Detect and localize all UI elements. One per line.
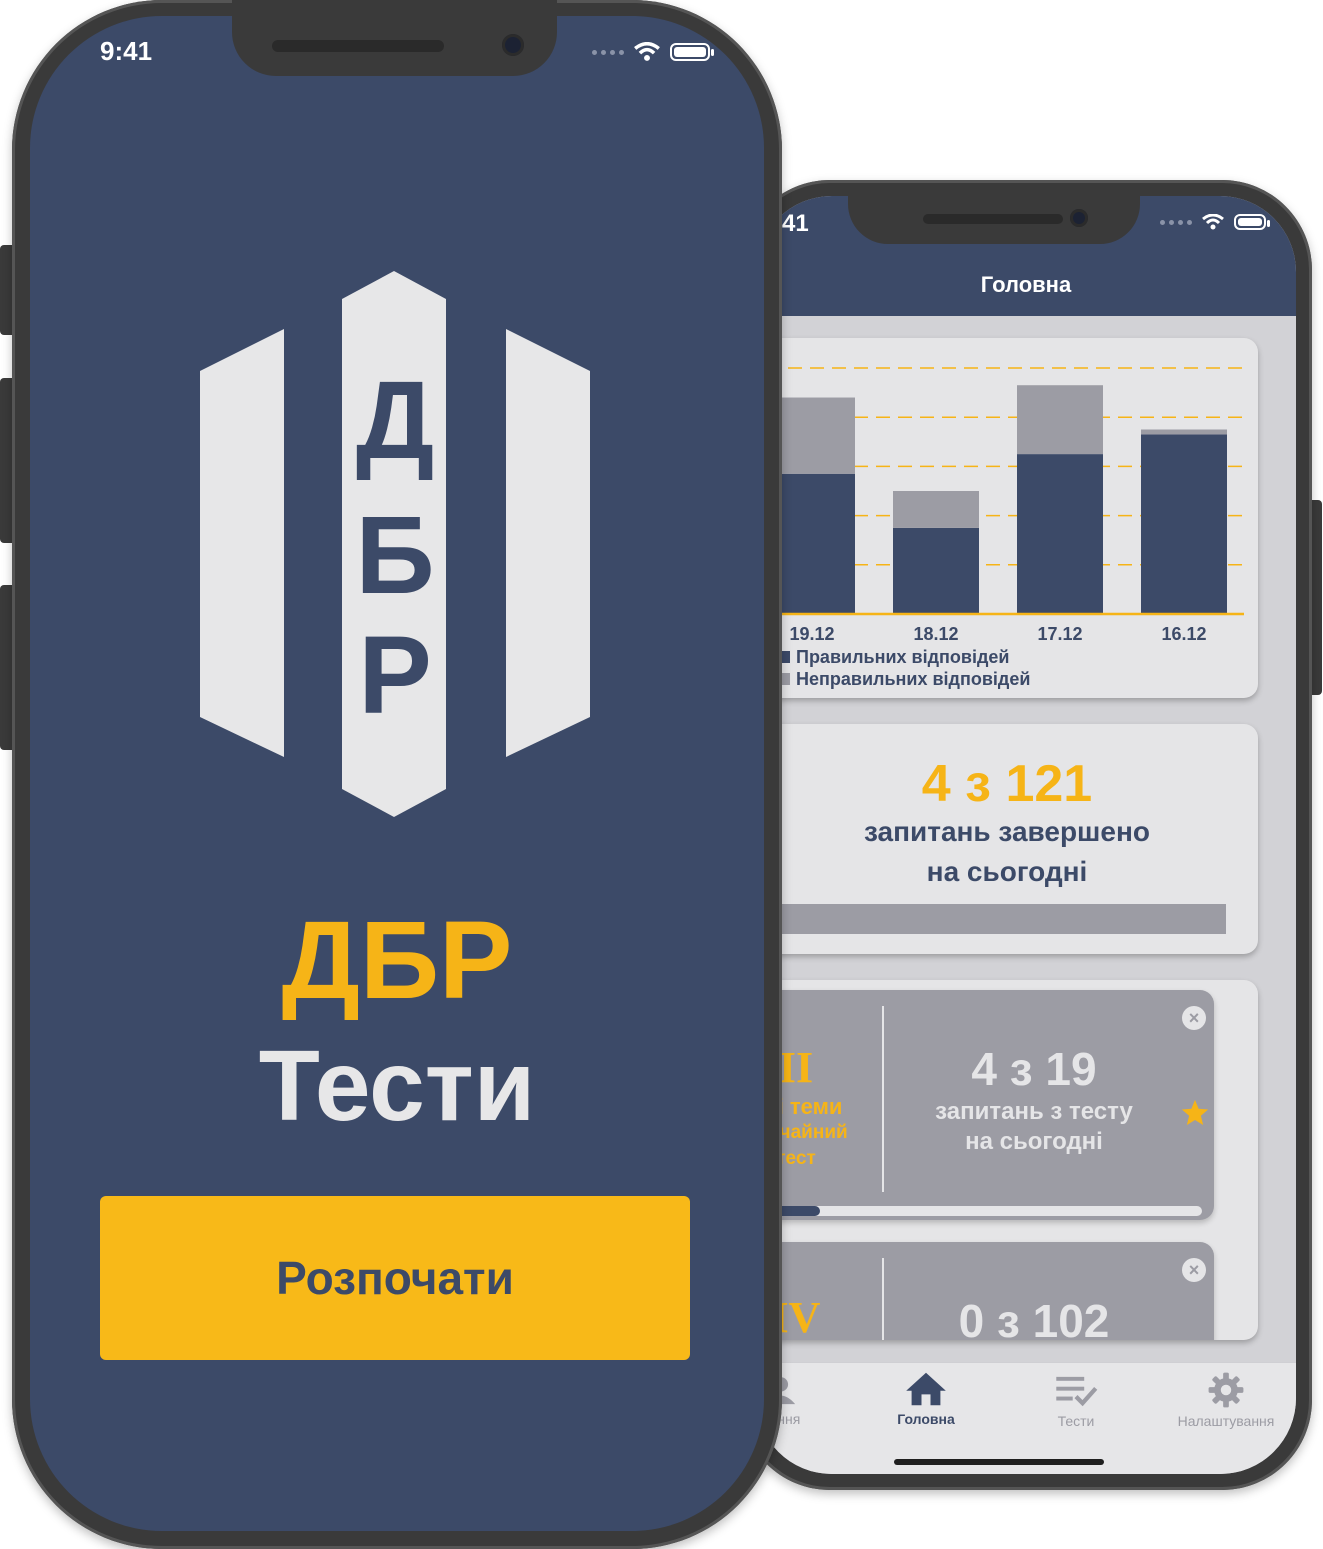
legend-item-incorrect: Неправильних відповідей — [778, 668, 1030, 690]
daily-count: 4 з 121 — [921, 755, 1093, 813]
front-status-icons — [592, 42, 714, 62]
wifi-icon — [1202, 214, 1224, 230]
front-notch — [232, 0, 557, 76]
x-tick-label: 18.12 — [913, 624, 958, 644]
test-card-1[interactable]: II Всі теми Звичайний тест × 4 з 19 запи… — [756, 990, 1214, 1220]
test-1-close-icon[interactable]: × — [1182, 1006, 1206, 1030]
tests-list-card: II Всі теми Звичайний тест × 4 з 19 запи… — [756, 980, 1258, 1340]
test-card-2[interactable]: IV × 0 з 102 — [756, 1242, 1214, 1340]
tab-tests[interactable]: Тести — [1026, 1373, 1126, 1429]
tab-bar: нення Головна Тести Налаштування — [756, 1362, 1296, 1474]
x-tick-label: 19.12 — [789, 624, 834, 644]
logo-letter-3: Р — [358, 614, 432, 737]
test-1-progress-track — [756, 1206, 1202, 1216]
back-notch — [848, 196, 1140, 244]
logo: Д Б Р — [200, 271, 590, 817]
tab-settings[interactable]: Налаштування — [1166, 1371, 1286, 1429]
daily-line2: на сьогодні — [926, 856, 1088, 887]
stats-chart-card: 19.12 18.12 17.12 16.12 Правильних відповід… — [756, 338, 1258, 698]
bar-correct-18.12 — [893, 527, 979, 614]
bar-incorrect-17.12 — [1017, 385, 1103, 455]
legend-item-correct: Правильних відповідей — [778, 646, 1030, 668]
front-speaker — [272, 40, 444, 52]
bar-incorrect-18.12 — [893, 491, 979, 528]
battery-icon — [670, 43, 714, 61]
bar-incorrect-16.12 — [1141, 429, 1227, 435]
legend-label-incorrect: Неправильних відповідей — [796, 668, 1031, 689]
back-status-icons — [1160, 214, 1270, 230]
battery-icon — [1234, 214, 1270, 230]
back-phone: :41 Головна 19.12 18.12 17.12 16.12 Правиль… — [740, 180, 1312, 1490]
back-phone-screen: :41 Головна 19.12 18.12 17.12 16.12 Правиль… — [756, 196, 1296, 1474]
checklist-icon — [1056, 1376, 1098, 1407]
logo-letter-1: Д — [355, 359, 435, 482]
front-phone-screen: 9:41 Д Б Р ДБР Тести Розпочати — [30, 16, 764, 1531]
start-button[interactable]: Розпочати — [100, 1196, 690, 1360]
brand-title: ДБР — [281, 899, 513, 1022]
tab-settings-label: Налаштування — [1177, 1413, 1275, 1429]
tab-tests-label: Тести — [1057, 1413, 1095, 1429]
back-speaker — [923, 214, 1063, 224]
tab-home[interactable]: Головна — [876, 1371, 976, 1427]
x-tick-label: 16.12 — [1161, 624, 1206, 644]
star-icon[interactable] — [1180, 1098, 1210, 1128]
gear-icon — [1208, 1372, 1244, 1408]
daily-line1: запитань завершено — [863, 816, 1150, 847]
bar-correct-17.12 — [1017, 454, 1103, 614]
legend-label-correct: Правильних відповідей — [796, 646, 1010, 667]
tab-home-label: Головна — [897, 1411, 955, 1427]
test-1-line1: запитань з тесту — [935, 1098, 1133, 1125]
front-camera — [502, 34, 524, 56]
signal-icon — [1160, 219, 1192, 225]
back-camera — [1070, 209, 1088, 227]
signal-icon — [592, 49, 624, 55]
x-tick-label: 17.12 — [1037, 624, 1082, 644]
test-1-count: 4 з 19 — [971, 1043, 1097, 1095]
back-header-title: Головна — [980, 272, 1072, 297]
daily-progress-bar — [756, 904, 1226, 934]
test-1-line2: на сьогодні — [965, 1128, 1103, 1155]
chart-legend: Правильних відповідей Неправильних відпо… — [778, 646, 1030, 690]
home-icon — [906, 1372, 946, 1406]
wifi-icon — [634, 42, 660, 61]
test-2-close-icon[interactable]: × — [1182, 1258, 1206, 1282]
front-status-time: 9:41 — [100, 36, 153, 66]
test-2-count: 0 з 102 — [958, 1295, 1110, 1340]
daily-summary-card: 4 з 121 запитань завершено на сьогодні — [756, 724, 1258, 954]
brand-subtitle: Тести — [258, 1030, 536, 1142]
front-phone: 9:41 Д Б Р ДБР Тести Розпочати — [12, 0, 782, 1549]
logo-letter-2: Б — [355, 494, 435, 617]
home-indicator — [894, 1459, 1104, 1465]
stats-chart: 19.12 18.12 17.12 16.12 — [766, 367, 1244, 644]
bar-correct-16.12 — [1141, 434, 1227, 614]
